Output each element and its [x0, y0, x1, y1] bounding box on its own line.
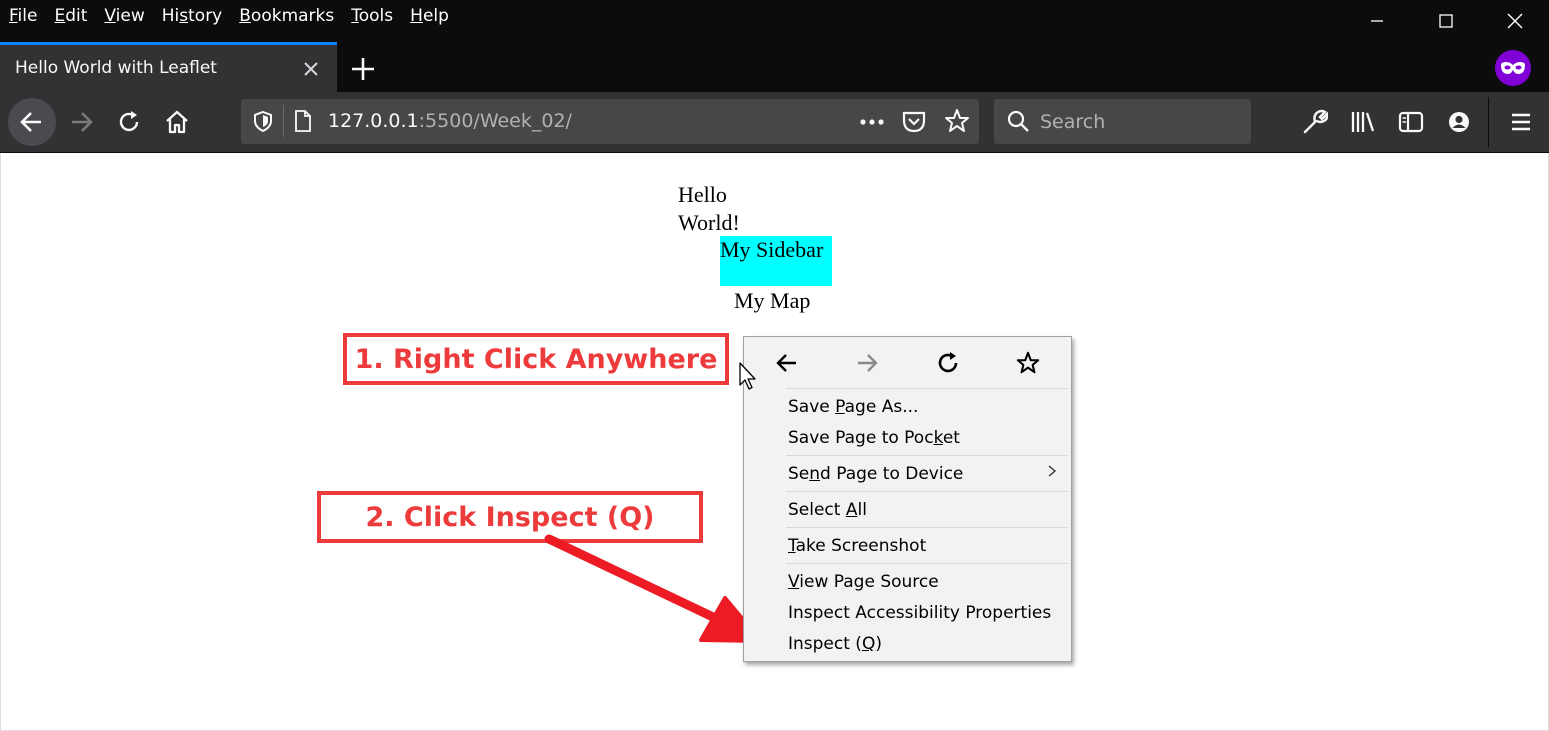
close-icon: [1507, 13, 1523, 29]
account-icon: [1449, 112, 1469, 132]
shield-icon[interactable]: [252, 110, 274, 132]
my-sidebar: My Sidebar: [720, 236, 832, 286]
annotation-step-1: 1. Right Click Anywhere: [343, 333, 729, 385]
forward-arrow-icon: [72, 112, 93, 132]
tab-title: Hello World with Leaflet: [15, 58, 217, 78]
menu-items: File Edit View History Bookmarks Tools H…: [0, 0, 457, 32]
page-actions-icon[interactable]: [859, 118, 885, 126]
menu-save-page-as[interactable]: Save Page As...: [788, 397, 918, 417]
forward-button[interactable]: [57, 98, 105, 146]
menu-save-to-pocket[interactable]: Save Page to Pocket: [788, 428, 960, 448]
pocket-icon[interactable]: [901, 109, 927, 135]
page-icon: [295, 110, 311, 132]
urlbar-divider: [283, 105, 284, 137]
library-icon: [1351, 112, 1375, 132]
menu-view[interactable]: View: [95, 6, 152, 26]
maximize-icon: [1439, 14, 1453, 28]
menu-select-all[interactable]: Select All: [788, 500, 867, 520]
menu-view-page-source[interactable]: View Page Source: [788, 572, 939, 592]
window-close-button[interactable]: [1480, 0, 1549, 42]
menu-separator: [786, 491, 1068, 492]
url-bar[interactable]: 127.0.0.1:5500/Week_02/: [241, 99, 979, 144]
sidebar-icon: [1398, 111, 1424, 133]
menu-separator: [786, 455, 1068, 456]
context-menu-navigation: [744, 337, 1071, 389]
app-menu-button[interactable]: [1507, 108, 1535, 136]
my-map: My Map: [734, 288, 811, 313]
context-forward-button[interactable]: [853, 349, 881, 377]
minimize-icon: [1371, 20, 1383, 22]
bookmark-star-icon[interactable]: [944, 108, 970, 134]
navigation-toolbar: 127.0.0.1:5500/Week_02/ Search: [0, 92, 1549, 153]
hamburger-menu-icon: [1512, 113, 1530, 131]
developer-tools-button[interactable]: [1301, 108, 1329, 136]
back-arrow-icon: [20, 112, 41, 132]
new-tab-icon[interactable]: [348, 54, 378, 84]
library-button[interactable]: [1349, 108, 1377, 136]
menu-inspect-accessibility[interactable]: Inspect Accessibility Properties: [788, 603, 1051, 623]
search-input[interactable]: Search: [1040, 111, 1105, 133]
url-host: 127.0.0.1: [328, 110, 419, 132]
menu-bar: File Edit View History Bookmarks Tools H…: [0, 0, 1549, 42]
menu-history[interactable]: History: [153, 6, 231, 26]
context-menu: Save Page As... Save Page to Pocket Send…: [743, 336, 1072, 662]
reload-icon: [938, 352, 958, 373]
reload-icon: [119, 111, 139, 132]
menu-help[interactable]: Help: [401, 6, 457, 26]
annotation-step-2: 2. Click Inspect (Q): [317, 491, 703, 543]
private-browsing-badge: [1495, 50, 1531, 86]
context-back-button[interactable]: [773, 349, 801, 377]
back-button[interactable]: [8, 98, 56, 146]
minimize-button[interactable]: [1342, 0, 1412, 42]
wrench-icon: [1303, 109, 1328, 134]
bookmark-star-icon: [1016, 351, 1040, 374]
hello-world-text: Hello World!: [678, 182, 740, 235]
menu-separator: [786, 527, 1068, 528]
context-bookmark-button[interactable]: [1014, 349, 1042, 377]
menu-separator: [786, 563, 1068, 564]
menu-bookmarks[interactable]: Bookmarks: [230, 6, 342, 26]
sidebar-toggle-button[interactable]: [1397, 108, 1425, 136]
search-icon: [1007, 110, 1029, 132]
context-reload-button[interactable]: [934, 349, 962, 377]
url-path: :5500/Week_02/: [418, 110, 572, 132]
menu-file[interactable]: File: [0, 6, 45, 26]
page-content: Hello World! My Sidebar My Map 1. Right …: [0, 153, 1549, 731]
search-bar[interactable]: Search: [994, 99, 1251, 144]
tab-active[interactable]: Hello World with Leaflet: [0, 42, 337, 92]
forward-arrow-icon: [858, 354, 878, 372]
chevron-right-icon: [1048, 465, 1057, 477]
mask-icon: [1501, 62, 1525, 74]
menu-inspect[interactable]: Inspect (Q): [788, 634, 882, 654]
mouse-cursor-icon: [739, 362, 756, 390]
toolbar-divider: [1488, 97, 1489, 147]
maximize-button[interactable]: [1411, 0, 1481, 42]
account-button[interactable]: [1445, 108, 1473, 136]
home-button[interactable]: [153, 98, 201, 146]
menu-take-screenshot[interactable]: Take Screenshot: [788, 536, 926, 556]
tab-strip: Hello World with Leaflet: [0, 42, 1549, 92]
menu-separator: [786, 388, 1068, 389]
menu-edit[interactable]: Edit: [45, 6, 95, 26]
reload-button[interactable]: [105, 98, 153, 146]
menu-tools[interactable]: Tools: [342, 6, 401, 26]
tab-close-icon[interactable]: [300, 58, 322, 80]
menu-send-page-to-device[interactable]: Send Page to Device: [788, 464, 963, 484]
url-text[interactable]: 127.0.0.1:5500/Week_02/: [328, 110, 572, 132]
home-icon: [166, 110, 188, 134]
back-arrow-icon: [776, 354, 796, 372]
